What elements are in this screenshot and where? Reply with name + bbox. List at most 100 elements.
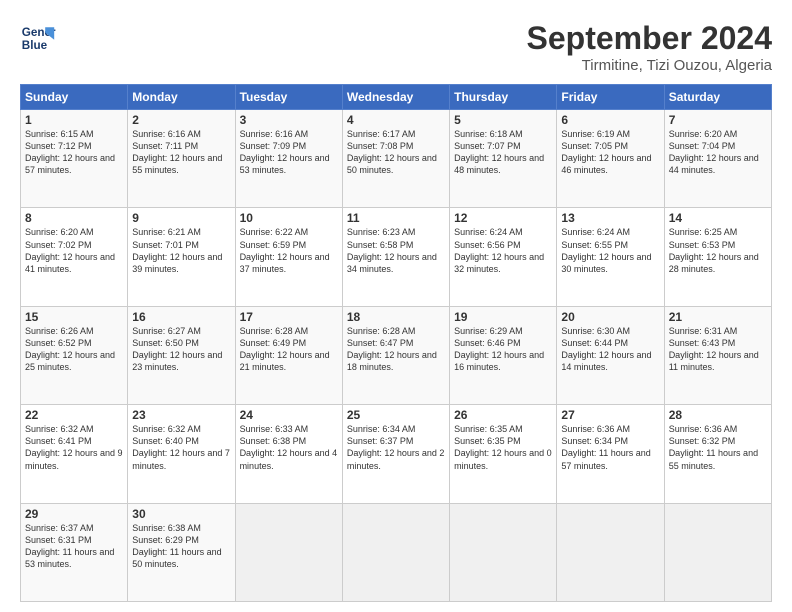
header-monday: Monday [128,85,235,110]
header-saturday: Saturday [664,85,771,110]
day-number: 11 [347,211,445,225]
day-info: Sunrise: 6:35 AMSunset: 6:35 PMDaylight:… [454,423,552,472]
day-info: Sunrise: 6:20 AMSunset: 7:02 PMDaylight:… [25,226,123,275]
calendar-day-cell: 29Sunrise: 6:37 AMSunset: 6:31 PMDayligh… [21,503,128,601]
title-block: September 2024 Tirmitine, Tizi Ouzou, Al… [527,20,772,74]
day-info: Sunrise: 6:21 AMSunset: 7:01 PMDaylight:… [132,226,230,275]
day-number: 18 [347,310,445,324]
calendar-day-cell: 1Sunrise: 6:15 AMSunset: 7:12 PMDaylight… [21,110,128,208]
calendar-day-cell: 16Sunrise: 6:27 AMSunset: 6:50 PMDayligh… [128,306,235,404]
calendar-day-cell: 27Sunrise: 6:36 AMSunset: 6:34 PMDayligh… [557,405,664,503]
calendar-week-row: 29Sunrise: 6:37 AMSunset: 6:31 PMDayligh… [21,503,772,601]
calendar-day-cell: 30Sunrise: 6:38 AMSunset: 6:29 PMDayligh… [128,503,235,601]
day-info: Sunrise: 6:20 AMSunset: 7:04 PMDaylight:… [669,128,767,177]
calendar-day-cell: 5Sunrise: 6:18 AMSunset: 7:07 PMDaylight… [450,110,557,208]
calendar-day-cell: 18Sunrise: 6:28 AMSunset: 6:47 PMDayligh… [342,306,449,404]
day-info: Sunrise: 6:23 AMSunset: 6:58 PMDaylight:… [347,226,445,275]
day-number: 15 [25,310,123,324]
day-info: Sunrise: 6:34 AMSunset: 6:37 PMDaylight:… [347,423,445,472]
day-info: Sunrise: 6:27 AMSunset: 6:50 PMDaylight:… [132,325,230,374]
day-info: Sunrise: 6:24 AMSunset: 6:55 PMDaylight:… [561,226,659,275]
logo: General Blue [20,20,56,56]
day-number: 25 [347,408,445,422]
day-number: 16 [132,310,230,324]
day-number: 29 [25,507,123,521]
calendar-day-cell: 7Sunrise: 6:20 AMSunset: 7:04 PMDaylight… [664,110,771,208]
calendar-day-cell: 23Sunrise: 6:32 AMSunset: 6:40 PMDayligh… [128,405,235,503]
calendar-day-cell: 3Sunrise: 6:16 AMSunset: 7:09 PMDaylight… [235,110,342,208]
day-number: 3 [240,113,338,127]
svg-text:Blue: Blue [22,39,48,52]
calendar: Sunday Monday Tuesday Wednesday Thursday… [20,84,772,602]
header-wednesday: Wednesday [342,85,449,110]
header-sunday: Sunday [21,85,128,110]
calendar-week-row: 1Sunrise: 6:15 AMSunset: 7:12 PMDaylight… [21,110,772,208]
day-info: Sunrise: 6:29 AMSunset: 6:46 PMDaylight:… [454,325,552,374]
calendar-day-cell: 11Sunrise: 6:23 AMSunset: 6:58 PMDayligh… [342,208,449,306]
day-info: Sunrise: 6:32 AMSunset: 6:41 PMDaylight:… [25,423,123,472]
day-info: Sunrise: 6:30 AMSunset: 6:44 PMDaylight:… [561,325,659,374]
calendar-day-cell: 17Sunrise: 6:28 AMSunset: 6:49 PMDayligh… [235,306,342,404]
day-number: 27 [561,408,659,422]
day-number: 5 [454,113,552,127]
calendar-day-cell [557,503,664,601]
day-info: Sunrise: 6:15 AMSunset: 7:12 PMDaylight:… [25,128,123,177]
day-info: Sunrise: 6:36 AMSunset: 6:32 PMDaylight:… [669,423,767,472]
day-number: 19 [454,310,552,324]
day-number: 9 [132,211,230,225]
header-thursday: Thursday [450,85,557,110]
day-number: 26 [454,408,552,422]
calendar-day-cell: 21Sunrise: 6:31 AMSunset: 6:43 PMDayligh… [664,306,771,404]
calendar-day-cell: 15Sunrise: 6:26 AMSunset: 6:52 PMDayligh… [21,306,128,404]
location: Tirmitine, Tizi Ouzou, Algeria [527,57,772,74]
day-number: 14 [669,211,767,225]
day-info: Sunrise: 6:33 AMSunset: 6:38 PMDaylight:… [240,423,338,472]
header-friday: Friday [557,85,664,110]
day-info: Sunrise: 6:19 AMSunset: 7:05 PMDaylight:… [561,128,659,177]
day-number: 22 [25,408,123,422]
day-number: 10 [240,211,338,225]
day-number: 8 [25,211,123,225]
calendar-week-row: 15Sunrise: 6:26 AMSunset: 6:52 PMDayligh… [21,306,772,404]
day-number: 20 [561,310,659,324]
day-info: Sunrise: 6:28 AMSunset: 6:49 PMDaylight:… [240,325,338,374]
day-info: Sunrise: 6:17 AMSunset: 7:08 PMDaylight:… [347,128,445,177]
day-info: Sunrise: 6:32 AMSunset: 6:40 PMDaylight:… [132,423,230,472]
day-number: 7 [669,113,767,127]
calendar-day-cell: 6Sunrise: 6:19 AMSunset: 7:05 PMDaylight… [557,110,664,208]
calendar-day-cell [235,503,342,601]
calendar-header-row: Sunday Monday Tuesday Wednesday Thursday… [21,85,772,110]
day-info: Sunrise: 6:16 AMSunset: 7:09 PMDaylight:… [240,128,338,177]
calendar-table: Sunday Monday Tuesday Wednesday Thursday… [20,84,772,602]
calendar-day-cell [342,503,449,601]
day-number: 4 [347,113,445,127]
day-info: Sunrise: 6:25 AMSunset: 6:53 PMDaylight:… [669,226,767,275]
calendar-day-cell: 2Sunrise: 6:16 AMSunset: 7:11 PMDaylight… [128,110,235,208]
calendar-day-cell: 20Sunrise: 6:30 AMSunset: 6:44 PMDayligh… [557,306,664,404]
day-number: 6 [561,113,659,127]
day-number: 1 [25,113,123,127]
calendar-day-cell: 19Sunrise: 6:29 AMSunset: 6:46 PMDayligh… [450,306,557,404]
day-number: 23 [132,408,230,422]
day-info: Sunrise: 6:37 AMSunset: 6:31 PMDaylight:… [25,522,123,571]
day-info: Sunrise: 6:26 AMSunset: 6:52 PMDaylight:… [25,325,123,374]
calendar-day-cell [450,503,557,601]
calendar-day-cell: 13Sunrise: 6:24 AMSunset: 6:55 PMDayligh… [557,208,664,306]
day-number: 30 [132,507,230,521]
header-tuesday: Tuesday [235,85,342,110]
calendar-week-row: 22Sunrise: 6:32 AMSunset: 6:41 PMDayligh… [21,405,772,503]
calendar-day-cell: 22Sunrise: 6:32 AMSunset: 6:41 PMDayligh… [21,405,128,503]
day-info: Sunrise: 6:24 AMSunset: 6:56 PMDaylight:… [454,226,552,275]
calendar-day-cell: 26Sunrise: 6:35 AMSunset: 6:35 PMDayligh… [450,405,557,503]
calendar-day-cell: 8Sunrise: 6:20 AMSunset: 7:02 PMDaylight… [21,208,128,306]
day-info: Sunrise: 6:16 AMSunset: 7:11 PMDaylight:… [132,128,230,177]
day-number: 24 [240,408,338,422]
day-number: 13 [561,211,659,225]
day-number: 2 [132,113,230,127]
calendar-day-cell: 12Sunrise: 6:24 AMSunset: 6:56 PMDayligh… [450,208,557,306]
calendar-day-cell: 28Sunrise: 6:36 AMSunset: 6:32 PMDayligh… [664,405,771,503]
calendar-day-cell: 10Sunrise: 6:22 AMSunset: 6:59 PMDayligh… [235,208,342,306]
day-number: 12 [454,211,552,225]
day-number: 28 [669,408,767,422]
day-number: 17 [240,310,338,324]
